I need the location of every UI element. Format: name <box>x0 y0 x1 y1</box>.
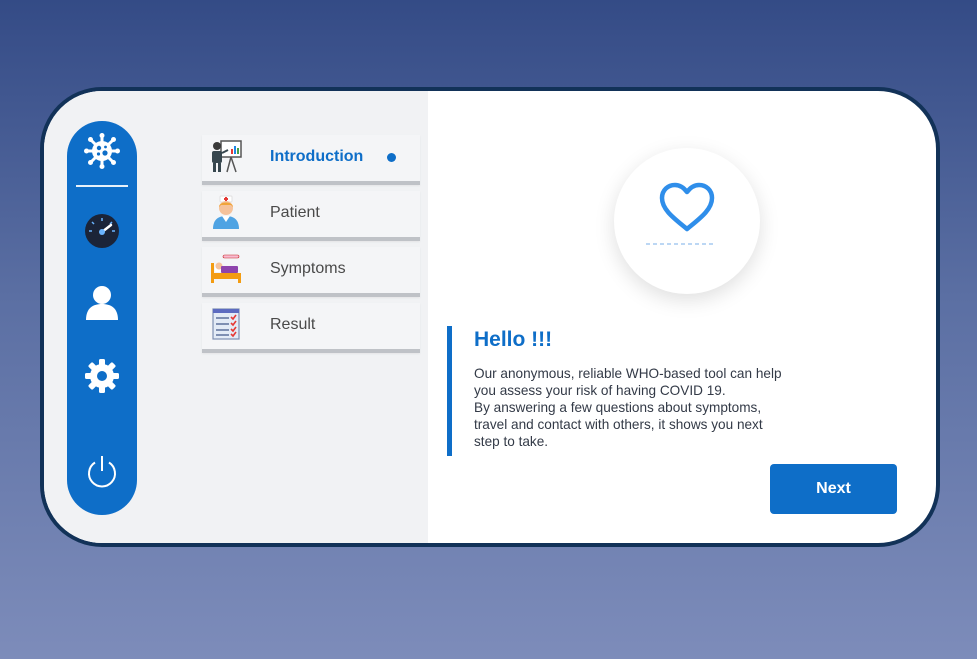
menu-item-label: Symptoms <box>270 260 346 277</box>
sidebar <box>67 121 137 515</box>
app-card: Introduction Patient Symptoms Result Hel… <box>44 91 936 543</box>
menu-item-symptoms[interactable]: Symptoms <box>202 247 420 297</box>
presentation-icon <box>209 139 243 173</box>
intro-accent-bar <box>447 326 452 456</box>
menu-item-label: Introduction <box>270 148 364 165</box>
heartbeat-line <box>646 243 714 245</box>
menu-item-result[interactable]: Result <box>202 303 420 353</box>
user-icon[interactable] <box>84 284 120 320</box>
menu-item-label: Result <box>270 316 316 333</box>
menu-item-introduction[interactable]: Introduction <box>202 135 420 185</box>
step-menu: Introduction Patient Symptoms Result <box>202 135 420 359</box>
sick-bed-icon <box>209 251 243 285</box>
heart-icon <box>658 182 716 238</box>
settings-gear-icon[interactable] <box>84 358 120 394</box>
checklist-icon <box>209 307 243 341</box>
nurse-avatar-icon <box>209 195 243 229</box>
left-panel: Introduction Patient Symptoms Result <box>44 91 428 543</box>
virus-icon[interactable] <box>84 133 120 169</box>
intro-title: Hello !!! <box>474 328 553 351</box>
dashboard-gauge-icon[interactable] <box>84 213 120 249</box>
intro-description: Our anonymous, reliable WHO-based tool c… <box>474 366 782 449</box>
menu-item-label: Patient <box>270 204 320 221</box>
heart-badge <box>614 148 760 294</box>
menu-item-patient[interactable]: Patient <box>202 191 420 241</box>
active-indicator-dot <box>387 153 396 162</box>
power-icon[interactable] <box>84 454 120 490</box>
sidebar-divider <box>76 185 128 187</box>
next-button[interactable]: Next <box>770 464 897 514</box>
